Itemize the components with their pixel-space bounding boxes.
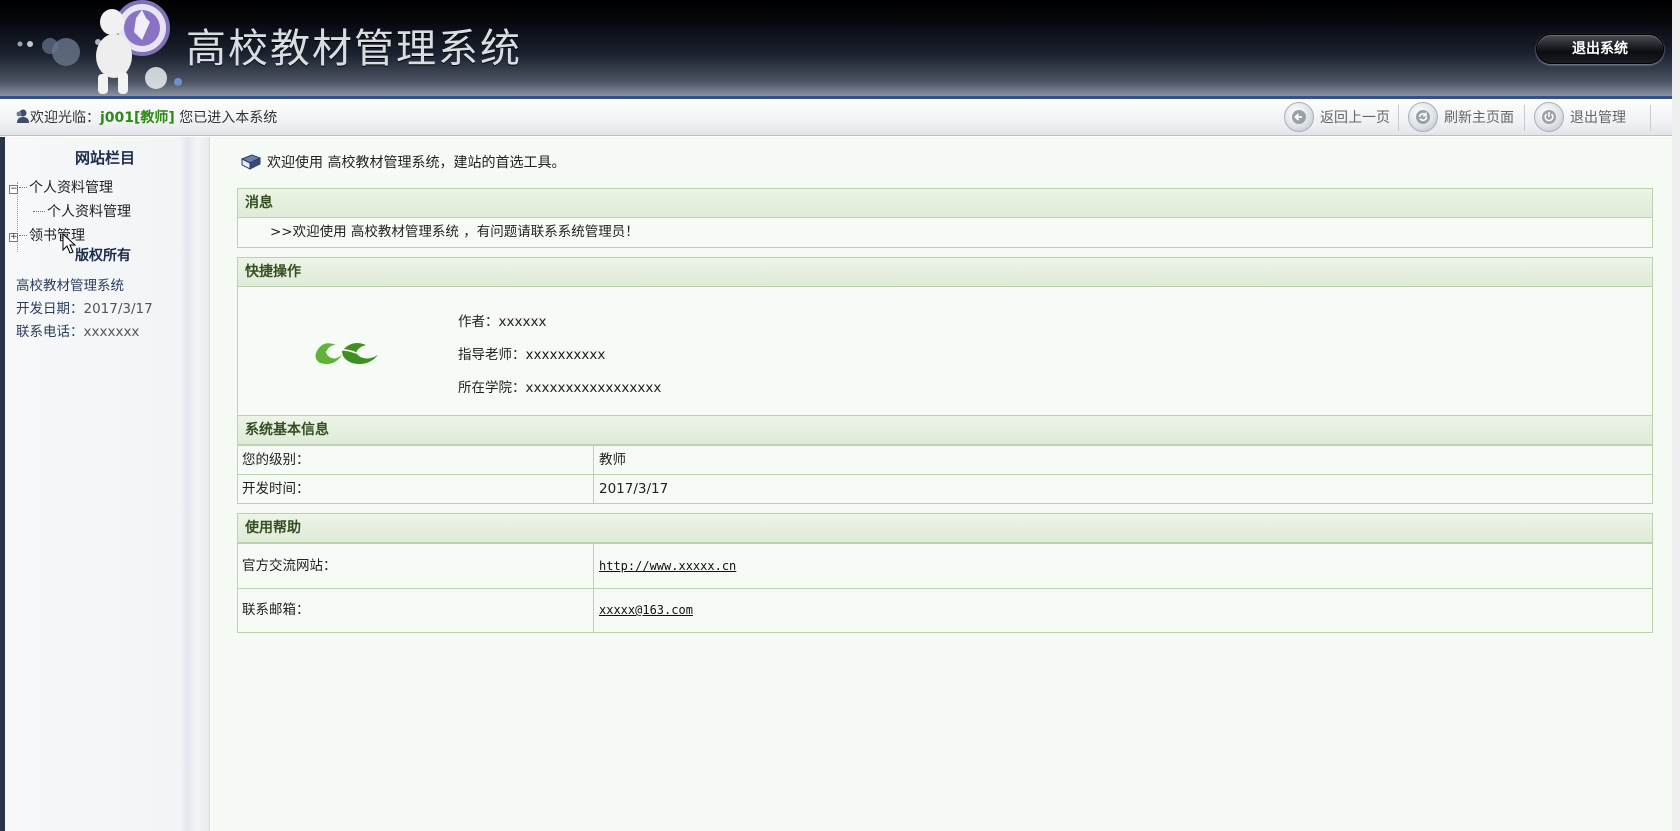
welcome-suffix: 您已进入本系统 <box>174 110 278 126</box>
row-value: http://www.xxxxx.cn <box>599 544 736 588</box>
exit-admin-label: 退出管理 <box>1570 110 1626 126</box>
message-text: >>欢迎使用 高校教材管理系统 ，有问题请联系系统管理员！ <box>238 218 1652 247</box>
refresh-icon <box>1408 102 1438 132</box>
top-toolbar: 欢迎光临：j001[教师] 您已进入本系统 返回上一页 刷新主页面 退出管理 <box>0 99 1680 136</box>
refresh-label: 刷新主页面 <box>1444 110 1514 126</box>
row-value: 教师 <box>599 452 626 468</box>
author-line: 作者：xxxxxx <box>458 310 546 330</box>
message-panel: 消息 >>欢迎使用 高校教材管理系统 ，有问题请联系系统管理员！ <box>237 188 1653 248</box>
phone-label: 联系电话： <box>16 324 84 340</box>
leaf-logo-icon <box>315 343 378 364</box>
logo-figure-icon <box>96 0 170 94</box>
dev-date-label: 开发日期： <box>16 301 84 317</box>
college-line: 所在学院：xxxxxxxxxxxxxxxxx <box>458 376 661 396</box>
toolbar-separator <box>1398 105 1399 131</box>
author-value: xxxxxx <box>498 314 547 330</box>
toolbar-separator <box>1650 105 1651 131</box>
intro-label: 欢迎使用 高校教材管理系统，建站的首选工具。 <box>267 155 566 171</box>
dev-date-value: 2017/3/17 <box>83 301 153 317</box>
book-icon <box>241 154 261 170</box>
row-key: 官方交流网站： <box>242 558 337 574</box>
help-row-website: 官方交流网站： http://www.xxxxx.cn <box>238 543 1652 588</box>
system-info-panel: 系统基本信息 您的级别： 教师 开发时间： 2017/3/17 <box>237 415 1653 504</box>
email-link[interactable]: xxxxx@163.com <box>599 603 693 617</box>
tree-node-personal-info[interactable]: − 个人资料管理 <box>9 177 113 197</box>
sysinfo-row-dev-time: 开发时间： 2017/3/17 <box>238 474 1652 503</box>
toolbar-separator <box>1524 105 1525 131</box>
row-key: 联系邮箱： <box>242 602 310 618</box>
quick-panel-title: 快捷操作 <box>238 258 1652 287</box>
teacher-line: 指导老师：xxxxxxxxxx <box>458 343 605 363</box>
quick-panel-body: 作者：xxxxxx 指导老师：xxxxxxxxxx 所在学院：xxxxxxxxx… <box>238 287 1652 427</box>
row-value: 2017/3/17 <box>599 481 669 497</box>
website-link[interactable]: http://www.xxxxx.cn <box>599 559 736 573</box>
power-icon <box>1534 102 1564 132</box>
tree-dash <box>19 235 27 236</box>
back-label: 返回上一页 <box>1320 110 1390 126</box>
teacher-value: xxxxxxxxxx <box>525 347 606 363</box>
phone-value: xxxxxxx <box>83 324 140 340</box>
sysinfo-row-level: 您的级别： 教师 <box>238 445 1652 474</box>
collapse-icon[interactable]: − <box>9 185 18 194</box>
tree-leaf-label: 个人资料管理 <box>47 204 131 220</box>
column-divider <box>593 475 594 503</box>
expand-icon[interactable]: + <box>9 233 18 242</box>
help-panel: 使用帮助 官方交流网站： http://www.xxxxx.cn 联系邮箱： x… <box>237 513 1653 633</box>
row-key: 您的级别： <box>242 452 310 468</box>
tree-leaf-personal-info[interactable]: 个人资料管理 <box>33 201 131 221</box>
refresh-button[interactable]: 刷新主页面 <box>1408 102 1514 132</box>
sysinfo-panel-title: 系统基本信息 <box>238 416 1652 445</box>
copyright-title: 版权所有 <box>75 248 131 264</box>
teacher-label: 指导老师： <box>458 347 526 363</box>
sidebar: 网站栏目 − 个人资料管理 个人资料管理 + 领书管理 版权所有 高校教材管理系统 … <box>5 137 210 831</box>
user-icon <box>16 109 29 123</box>
main-content: 欢迎使用 高校教材管理系统，建站的首选工具。 消息 >>欢迎使用 高校教材管理系… <box>211 137 1680 831</box>
help-panel-title: 使用帮助 <box>238 514 1652 543</box>
tree-node-label: 领书管理 <box>29 228 85 244</box>
column-divider <box>593 446 594 474</box>
column-divider <box>593 589 594 632</box>
back-button[interactable]: 返回上一页 <box>1284 102 1390 132</box>
window-right-edge <box>1672 0 1680 831</box>
message-panel-title: 消息 <box>238 189 1652 218</box>
sidebar-title: 网站栏目 <box>75 149 136 167</box>
sidebar-phone: 联系电话：xxxxxxx <box>16 320 139 340</box>
quick-operation-panel: 快捷操作 作者：xxxxxx 指导老师：xxxxxxxxxx 所在学院：xxxx… <box>237 257 1653 428</box>
welcome-message: 欢迎光临：j001[教师] 您已进入本系统 <box>14 107 277 127</box>
logout-system-button[interactable]: 退出系统 <box>1536 34 1664 64</box>
current-username: j001[教师] <box>100 110 175 126</box>
sidebar-system-name: 高校教材管理系统 <box>16 278 124 294</box>
exit-admin-button[interactable]: 退出管理 <box>1534 102 1626 132</box>
sidebar-dev-date: 开发日期：2017/3/17 <box>16 297 153 317</box>
author-label: 作者： <box>458 314 499 330</box>
welcome-prefix: 欢迎光临： <box>30 110 100 126</box>
tree-dash <box>33 211 45 212</box>
college-value: xxxxxxxxxxxxxxxxx <box>525 380 662 396</box>
row-value: xxxxx@163.com <box>599 589 693 632</box>
intro-text: 欢迎使用 高校教材管理系统，建站的首选工具。 <box>241 152 565 172</box>
back-arrow-icon <box>1284 102 1314 132</box>
tree-node-label: 个人资料管理 <box>29 180 113 196</box>
college-label: 所在学院： <box>458 380 526 396</box>
help-row-email: 联系邮箱： xxxxx@163.com <box>238 588 1652 632</box>
row-key: 开发时间： <box>242 481 310 497</box>
tree-dash <box>19 187 27 188</box>
site-title: 高校教材管理系统 <box>186 26 522 72</box>
header-banner: 高校教材管理系统 退出系统 <box>0 0 1680 96</box>
mouse-cursor-icon <box>62 233 76 254</box>
column-divider <box>593 544 594 588</box>
